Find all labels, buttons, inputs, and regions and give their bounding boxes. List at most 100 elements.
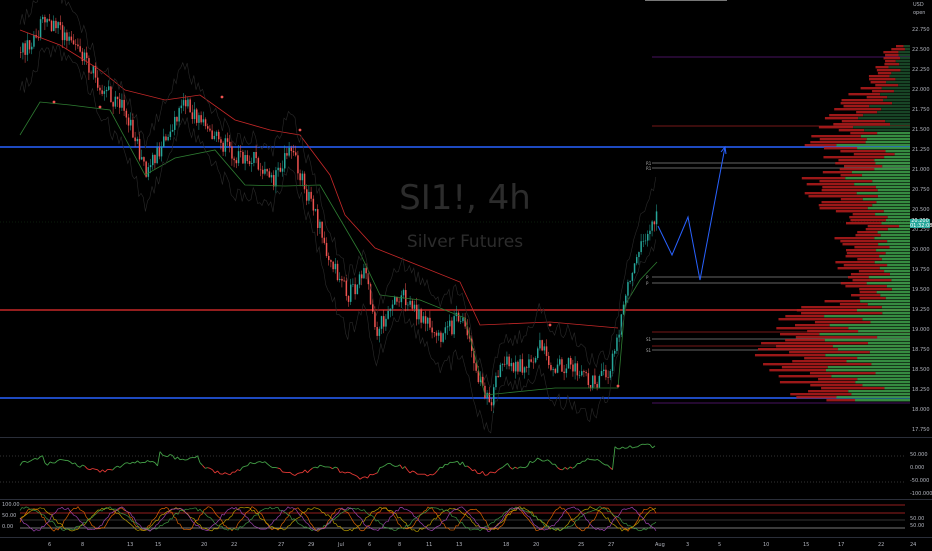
volume-profile-sell-bar: [790, 393, 851, 395]
volume-profile-buy-bar: [896, 60, 910, 62]
osc-segment: [28, 461, 31, 462]
candle-body: [233, 159, 235, 161]
osc-segment: [650, 445, 653, 448]
volume-profile-buy-bar: [884, 387, 910, 389]
volume-profile-sell-bar: [802, 177, 845, 179]
candle-body: [115, 97, 117, 107]
candle-body: [172, 130, 174, 132]
candle-body: [247, 155, 249, 161]
volume-profile-buy-bar: [877, 132, 910, 134]
volume-profile-buy-bar: [872, 180, 910, 182]
candle-body: [55, 21, 57, 28]
volume-profile-sell-bar: [860, 297, 886, 299]
time-axis[interactable]: 68131520222729Jul68111318202527Aug351015…: [0, 537, 932, 551]
candle-body: [640, 241, 642, 252]
volume-profile-buy-bar: [885, 120, 910, 122]
candle-body: [330, 260, 332, 262]
candle-body: [123, 100, 125, 111]
pivot-level-tag: R1: [646, 166, 652, 171]
candle-body: [31, 47, 33, 50]
volume-profile-buy-bar: [887, 264, 910, 266]
volume-profile-buy-bar: [862, 318, 910, 320]
osc-segment: [483, 471, 486, 475]
volume-profile-sell-bar: [795, 324, 830, 326]
momentum-oscillator-pane[interactable]: 50.0000.000-50.000-100.000: [0, 437, 932, 499]
candle-body: [137, 139, 139, 141]
volume-profile-sell-bar: [822, 186, 876, 188]
osc-segment: [363, 477, 366, 478]
volume-profile-buy-bar: [888, 216, 910, 218]
candle-body: [141, 157, 143, 159]
candle-body: [394, 297, 396, 305]
osc-segment: [83, 465, 86, 466]
osc-segment: [43, 456, 46, 463]
volume-profile-buy-bar: [882, 258, 910, 260]
volume-profile-sell-bar: [883, 51, 898, 53]
volume-profile-sell-bar: [801, 312, 882, 314]
candle-body: [590, 385, 592, 388]
time-axis-label: 20: [201, 542, 207, 548]
osc-segment: [360, 477, 363, 479]
volume-profile-sell-bar: [868, 225, 899, 227]
osc-segment: [608, 465, 611, 467]
candle-body: [299, 173, 301, 180]
osc-segment: [235, 470, 238, 473]
osc-segment: [228, 474, 231, 475]
candle-body: [46, 19, 48, 22]
volume-profile-sell-bar: [841, 174, 862, 176]
volume-profile-sell-bar: [869, 78, 895, 80]
candle-body: [216, 132, 218, 136]
osc-segment: [93, 469, 96, 470]
candle-body: [68, 37, 70, 41]
volume-profile-sell-bar: [834, 108, 881, 110]
volume-profile-sell-bar: [877, 69, 901, 71]
volume-profile-sell-bar: [840, 303, 868, 305]
stochastic-pane[interactable]: 100.0050.000.0050.0050.00: [0, 499, 932, 538]
osc-segment: [255, 462, 258, 464]
candle-body: [511, 363, 512, 366]
candle-body: [596, 384, 598, 388]
candle-body: [117, 97, 119, 99]
candle-body: [436, 333, 438, 336]
time-axis-label: 15: [155, 542, 161, 548]
candle-body: [376, 327, 378, 336]
price-chart-canvas[interactable]: R1R1PPS1S1: [0, 0, 932, 436]
candle-body: [304, 174, 306, 190]
candle-body: [405, 290, 407, 305]
osc-segment: [275, 467, 278, 468]
osc-segment: [160, 452, 163, 455]
main-chart-pane[interactable]: SI1!, 4h Silver Futures R1R1PPS1S1 USD o…: [0, 0, 932, 436]
volume-profile-sell-bar: [840, 150, 885, 152]
candle-body: [20, 52, 22, 53]
candle-body: [229, 142, 231, 147]
candle-body: [198, 115, 200, 123]
candle-body: [407, 305, 409, 306]
osc-segment: [433, 473, 436, 474]
volume-profile-sell-bar: [838, 159, 874, 161]
osc-segment: [80, 465, 83, 467]
osc-segment: [373, 474, 376, 475]
volume-profile-buy-bar: [878, 231, 910, 233]
volume-profile-buy-bar: [894, 90, 910, 92]
volume-profile-buy-bar: [874, 168, 910, 170]
osc-segment: [385, 464, 388, 466]
price-axis-label: 20.500: [912, 207, 930, 213]
volume-profile-sell-bar: [875, 84, 898, 86]
candle-body: [218, 132, 220, 139]
candle-body: [343, 281, 345, 282]
candle-body: [614, 351, 616, 354]
price-axis-label: 22.250: [912, 67, 930, 73]
price-axis-label: 20.000: [912, 247, 930, 253]
osc-segment: [653, 446, 656, 448]
volume-profile-buy-bar: [855, 399, 910, 401]
osc-segment: [473, 470, 476, 471]
candle-body: [214, 136, 216, 139]
volume-profile-sell-bar: [822, 201, 877, 203]
osc-segment: [48, 462, 51, 465]
volume-profile-sell-bar: [841, 198, 863, 200]
price-axis-label: 21.750: [912, 107, 930, 113]
time-axis-label: 17: [838, 542, 844, 548]
osc-segment: [555, 464, 558, 467]
time-axis-label: 3: [686, 542, 689, 548]
stoch-axis-label-left: 0.00: [2, 524, 13, 530]
